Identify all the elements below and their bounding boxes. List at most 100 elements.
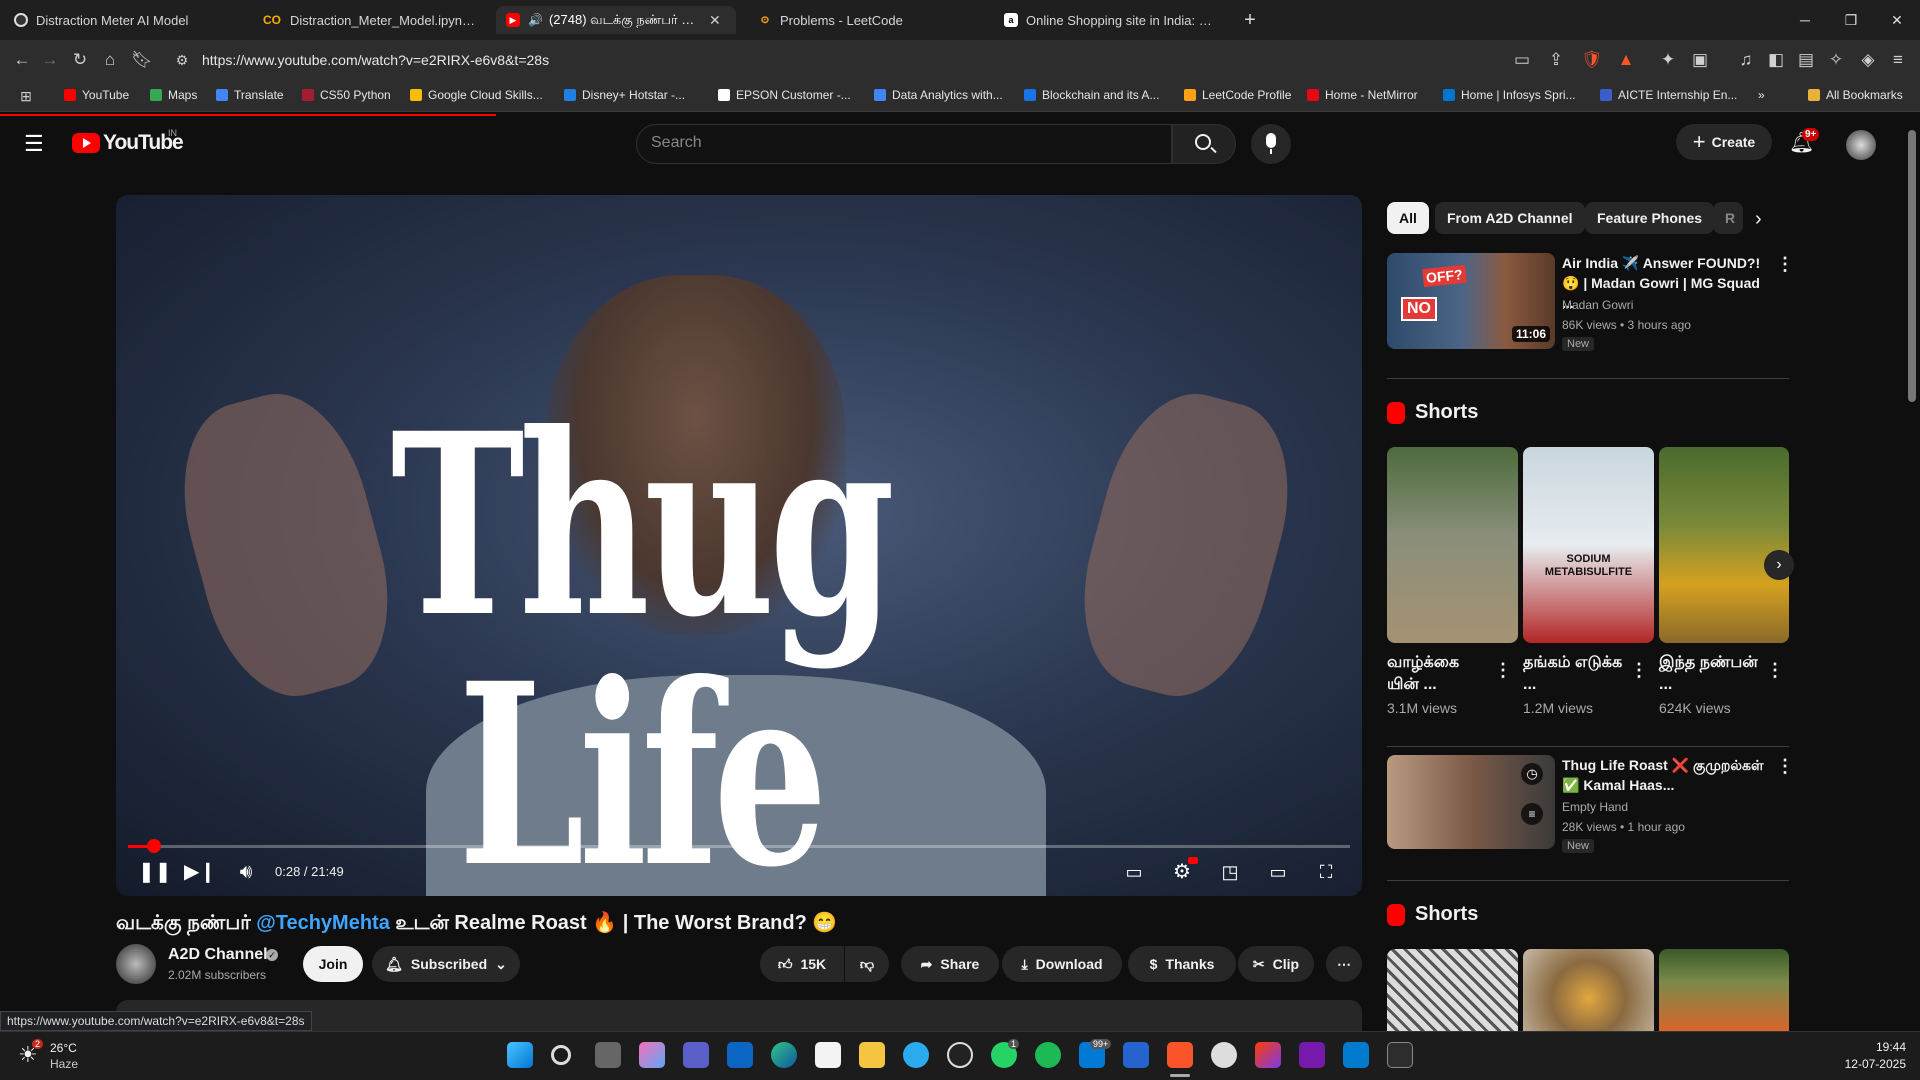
watch-later-icon[interactable]: ◷ xyxy=(1521,763,1543,785)
chip-feature-phones[interactable]: Feature Phones xyxy=(1585,202,1715,234)
windows-start-icon[interactable] xyxy=(507,1042,533,1068)
like-button[interactable]: 👍︎ 15K xyxy=(760,946,844,982)
search-button[interactable] xyxy=(1172,124,1236,164)
minimize-button[interactable]: ─ xyxy=(1790,8,1820,32)
channel-avatar[interactable] xyxy=(116,944,156,984)
browser-tab-distraction-meter[interactable]: Distraction Meter AI Model xyxy=(4,6,248,34)
join-button[interactable]: Join xyxy=(303,946,363,982)
bookmark-item[interactable]: EPSON Customer -... xyxy=(718,88,851,102)
bookmark-item[interactable]: Translate xyxy=(216,88,284,102)
short-title[interactable]: வாழ்க்கை யின் ... xyxy=(1387,652,1487,696)
address-bar-url[interactable]: https://www.youtube.com/watch?v=e2RIRX-e… xyxy=(202,52,549,68)
widgets-icon[interactable] xyxy=(727,1042,753,1068)
pause-button[interactable]: ❚❚ xyxy=(138,858,172,886)
clock-time[interactable]: 19:44 xyxy=(1828,1040,1906,1054)
create-button[interactable]: + Create xyxy=(1676,124,1772,160)
task-view-icon[interactable] xyxy=(595,1042,621,1068)
bookmark-item[interactable]: Maps xyxy=(150,88,197,102)
download-button[interactable]: ⤓ Download xyxy=(1002,946,1122,982)
bookmark-item[interactable]: Blockchain and its A... xyxy=(1024,88,1159,102)
more-options-icon[interactable]: ⋮ xyxy=(1630,660,1648,681)
more-options-icon[interactable]: ⋮ xyxy=(1776,756,1794,777)
media-icon[interactable]: ♫ xyxy=(1734,48,1758,72)
bookmark-item[interactable]: Disney+ Hotstar -... xyxy=(564,88,685,102)
dislike-button[interactable]: 👎︎ xyxy=(845,946,889,982)
short-title[interactable]: இந்த நண்பன் ... xyxy=(1659,652,1759,696)
browser-tab-colab[interactable]: CO Distraction_Meter_Model.ipynb - Col xyxy=(252,6,492,34)
video-thumbnail[interactable]: ◷ ≡ xyxy=(1387,755,1555,849)
guide-menu-icon[interactable]: ☰ xyxy=(24,131,44,157)
file-explorer-icon[interactable] xyxy=(859,1042,885,1068)
thanks-button[interactable]: $ Thanks xyxy=(1128,946,1236,982)
bookmark-item[interactable]: AICTE Internship En... xyxy=(1600,88,1737,102)
close-window-button[interactable]: ✕ xyxy=(1882,8,1912,32)
short-thumbnail[interactable] xyxy=(1387,447,1518,643)
search-input[interactable]: Search xyxy=(651,134,702,152)
add-to-queue-icon[interactable]: ≡ xyxy=(1521,803,1543,825)
short-thumbnail[interactable] xyxy=(1659,949,1789,1031)
bookmark-item[interactable]: Google Cloud Skills... xyxy=(410,88,543,102)
menu-icon[interactable]: ≡ xyxy=(1886,48,1910,72)
vscode-icon[interactable] xyxy=(1343,1042,1369,1068)
search-box[interactable] xyxy=(636,124,1172,164)
forward-icon[interactable]: → xyxy=(38,48,62,72)
screenshot-icon[interactable]: ▣ xyxy=(1688,48,1712,72)
share-button[interactable]: ➦ Share xyxy=(901,946,999,982)
bookmark-item[interactable]: Home | Infosys Spri... xyxy=(1443,88,1576,102)
more-options-icon[interactable]: ⋮ xyxy=(1494,660,1512,681)
browser-tab-leetcode[interactable]: ⵙ Problems - LeetCode xyxy=(748,6,988,34)
clock-date[interactable]: 12-07-2025 xyxy=(1828,1057,1906,1071)
close-tab-icon[interactable]: ✕ xyxy=(709,12,721,29)
reload-icon[interactable]: ↻ xyxy=(68,48,92,72)
clip-button[interactable]: ✂ Clip xyxy=(1238,946,1314,982)
media-player-icon[interactable] xyxy=(947,1042,973,1068)
bookmark-item[interactable]: Home - NetMirror xyxy=(1307,88,1418,102)
chip-truncated[interactable]: R xyxy=(1713,202,1743,234)
volume-button[interactable]: 🔊︎ xyxy=(232,858,260,886)
extensions-icon[interactable]: ✦ xyxy=(1656,48,1680,72)
video-title[interactable]: Thug Life Roast ❌ குமுறல்கள் ✅ Kamal Haa… xyxy=(1562,755,1772,795)
bookmark-item[interactable]: Data Analytics with... xyxy=(874,88,1003,102)
vpn-icon[interactable]: ◈ xyxy=(1856,48,1880,72)
captions-button[interactable]: ▭ xyxy=(1120,858,1148,886)
more-actions-button[interactable]: ⋯ xyxy=(1326,946,1362,982)
account-avatar[interactable] xyxy=(1846,130,1876,160)
theater-mode-button[interactable]: ▭ xyxy=(1264,858,1292,886)
progress-bar-track[interactable] xyxy=(128,845,1350,848)
chip-all[interactable]: All xyxy=(1387,202,1429,234)
bookmark-icon[interactable]: 🔖︎ xyxy=(130,48,154,72)
subscribed-button[interactable]: 🔔︎ Subscribed ⌄ xyxy=(372,946,520,982)
onenote-icon[interactable] xyxy=(1299,1042,1325,1068)
sidebar-icon[interactable]: ◧ xyxy=(1764,48,1788,72)
arc-app-icon[interactable] xyxy=(1255,1042,1281,1068)
cast-icon[interactable]: ▭ xyxy=(1510,48,1534,72)
telegram-icon[interactable] xyxy=(903,1042,929,1068)
brave-shields-icon[interactable]: 🛡︎ xyxy=(1580,48,1604,72)
all-bookmarks-folder[interactable]: All Bookmarks xyxy=(1808,88,1903,102)
edge-icon[interactable] xyxy=(771,1042,797,1068)
restore-button[interactable]: ❐ xyxy=(1836,8,1866,32)
scrollbar-thumb[interactable] xyxy=(1908,130,1916,402)
leo-ai-icon[interactable]: ✧ xyxy=(1824,48,1848,72)
apps-grid-icon[interactable]: ⊞ xyxy=(14,84,38,108)
short-thumbnail[interactable] xyxy=(1659,447,1789,643)
mention-link[interactable]: @TechyMehta xyxy=(256,912,390,934)
search-taskbar-icon[interactable] xyxy=(551,1045,571,1065)
site-info-icon[interactable]: ⚙ xyxy=(170,48,194,72)
more-options-icon[interactable]: ⋮ xyxy=(1766,660,1784,681)
terminal-icon[interactable] xyxy=(1387,1042,1413,1068)
channel-name[interactable]: A2D Channel xyxy=(168,946,268,964)
wallet-icon[interactable]: ▤ xyxy=(1794,48,1818,72)
chips-next-icon[interactable]: › xyxy=(1755,208,1762,231)
brave-browser-icon[interactable] xyxy=(1167,1042,1193,1068)
share-page-icon[interactable]: ⇪ xyxy=(1544,48,1568,72)
more-bookmarks-icon[interactable]: » xyxy=(1758,88,1765,102)
progress-scrubber-handle[interactable] xyxy=(147,839,161,853)
channel-name[interactable]: Empty Hand xyxy=(1562,798,1628,816)
spotify-icon[interactable] xyxy=(1035,1042,1061,1068)
video-player[interactable]: Thug Life xyxy=(116,195,1362,896)
fullscreen-button[interactable]: ⛶ xyxy=(1312,858,1340,886)
clock-app-icon[interactable] xyxy=(1211,1042,1237,1068)
back-icon[interactable]: ← xyxy=(10,48,34,72)
home-icon[interactable]: ⌂ xyxy=(98,48,122,72)
